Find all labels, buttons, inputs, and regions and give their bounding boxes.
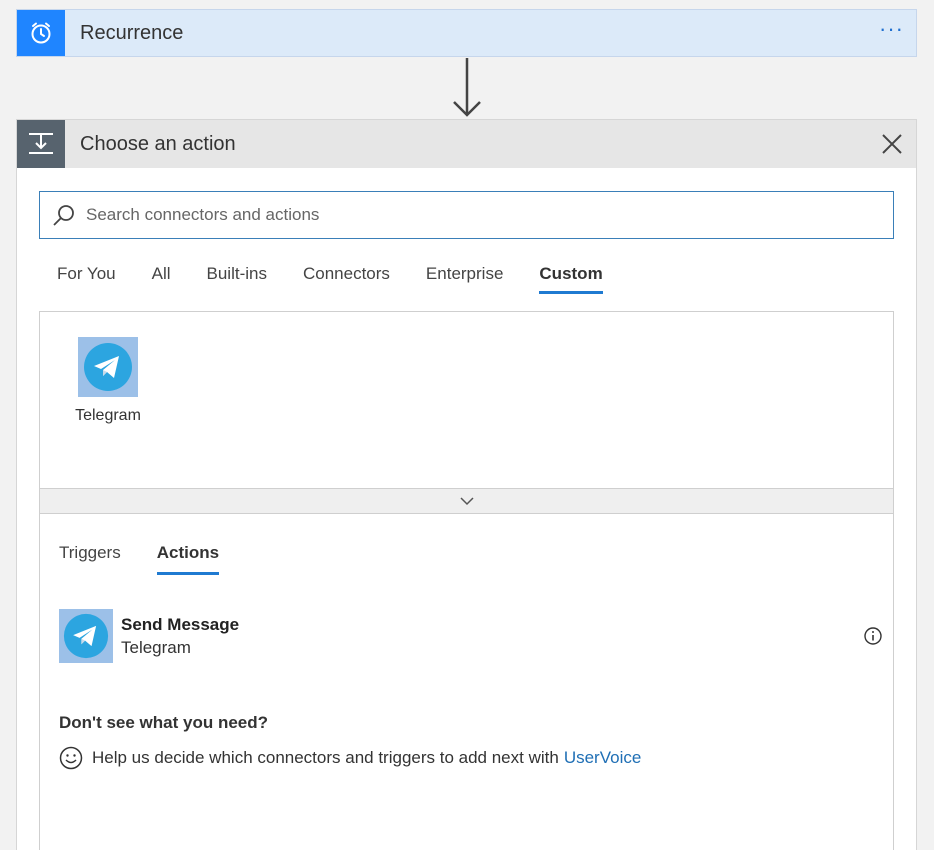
connector-tile-telegram[interactable]: Telegram [74, 337, 142, 425]
info-icon[interactable] [863, 626, 883, 646]
tab-custom[interactable]: Custom [539, 264, 603, 294]
action-name: Send Message [121, 614, 240, 634]
tab-enterprise[interactable]: Enterprise [426, 264, 503, 294]
tab-triggers[interactable]: Triggers [59, 543, 121, 575]
help-heading: Don't see what you need? [59, 713, 269, 732]
operation-tabs: Triggers Actions [59, 543, 255, 575]
telegram-icon [78, 337, 138, 397]
connector-grid: Telegram [39, 311, 894, 489]
alarm-clock-icon [17, 10, 65, 56]
flow-arrow-icon [451, 58, 483, 123]
tab-for-you[interactable]: For You [57, 264, 116, 294]
action-item-send-message[interactable]: Send Message Telegram [59, 608, 889, 664]
action-panel-title: Choose an action [80, 132, 236, 155]
tab-actions[interactable]: Actions [156, 543, 220, 575]
action-step-icon [17, 120, 65, 168]
smile-icon [59, 746, 83, 770]
close-button[interactable] [872, 124, 912, 164]
operations-section: Triggers Actions Send Message Telegram D… [39, 513, 894, 850]
help-text: Help us decide which connectors and trig… [92, 748, 559, 767]
more-options-button[interactable]: ··· [879, 18, 904, 48]
search-box[interactable] [39, 191, 894, 239]
collapse-toggle[interactable] [39, 488, 894, 514]
search-icon [52, 203, 76, 227]
category-tabs: For You All Built-ins Connectors Enterpr… [57, 264, 639, 294]
help-line: Help us decide which connectors and trig… [59, 746, 641, 770]
tab-all[interactable]: All [152, 264, 171, 294]
tab-connectors[interactable]: Connectors [303, 264, 390, 294]
uservoice-link[interactable]: UserVoice [564, 748, 641, 768]
connector-tile-label: Telegram [75, 407, 141, 424]
recurrence-trigger-card[interactable]: Recurrence ··· [16, 9, 917, 57]
action-panel-header: Choose an action [17, 120, 916, 168]
action-item-text: Send Message Telegram [121, 615, 863, 658]
close-icon [882, 134, 902, 154]
tab-built-ins[interactable]: Built-ins [207, 264, 267, 294]
action-connector-name: Telegram [121, 637, 191, 657]
chevron-down-icon [459, 496, 474, 505]
recurrence-title: Recurrence [80, 21, 184, 44]
search-input[interactable] [84, 204, 893, 226]
telegram-icon [59, 609, 113, 663]
flow-designer-canvas: Recurrence ··· Choose an action Search c… [0, 0, 934, 850]
choose-action-panel: Choose an action For You All Built-ins C [16, 119, 917, 850]
